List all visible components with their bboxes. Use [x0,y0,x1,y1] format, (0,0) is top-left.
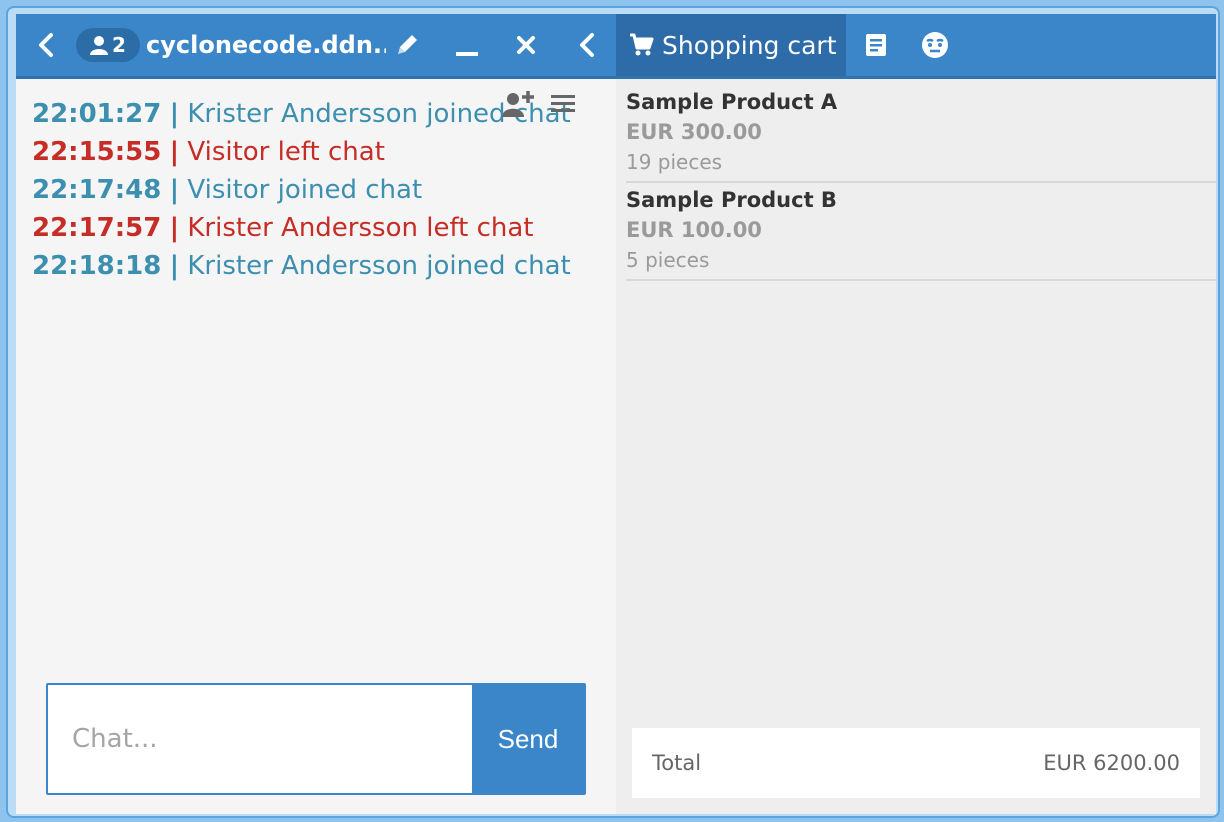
send-button[interactable]: Send [472,685,584,793]
log-entry: 22:18:18 | Krister Andersson joined chat [32,247,571,285]
chevron-left-icon [39,33,53,57]
cart-pane: Sample Product A EUR 300.00 19 pieces Sa… [616,79,1216,814]
cart-item: Sample Product B EUR 100.00 5 pieces [626,185,1216,281]
chat-pane: 22:01:27 | Krister Andersson joined chat… [16,79,616,814]
log-entry: 22:17:48 | Visitor joined chat [32,171,571,209]
header-bar: 2 cyclonecode.ddn... Shopping cart [16,14,1216,79]
document-icon [866,34,886,56]
product-name: Sample Product A [626,90,838,114]
log-time: 22:17:48 [32,175,162,205]
tab-notes[interactable] [860,14,892,76]
add-user-icon[interactable] [502,89,536,119]
pencil-icon [398,35,417,54]
participant-badge[interactable]: 2 [76,28,140,62]
chat-window: 2 cyclonecode.ddn... Shopping cart 22:01… [16,14,1216,814]
log-separator: | [169,213,180,243]
log-text: Krister Andersson left chat [187,213,534,243]
total-value: EUR 6200.00 [1043,751,1180,775]
log-time: 22:18:18 [32,251,162,281]
log-text: Visitor left chat [187,137,385,167]
minimize-button[interactable] [450,14,484,76]
log-time: 22:17:57 [32,213,162,243]
log-separator: | [169,99,180,129]
tab-shopping-cart[interactable]: Shopping cart [616,14,846,76]
chat-log: 22:01:27 | Krister Andersson joined chat… [32,95,571,285]
chat-toolbar [502,89,576,119]
tab-visitor-info[interactable] [918,14,952,76]
cart-item: Sample Product A EUR 300.00 19 pieces [626,87,1216,183]
log-separator: | [169,251,180,281]
back-button[interactable] [30,14,62,76]
participant-count: 2 [112,33,126,57]
menu-icon[interactable] [550,89,576,119]
log-text: Visitor joined chat [187,175,423,205]
edit-button[interactable] [390,14,424,76]
face-icon [922,32,948,58]
cart-total: Total EUR 6200.00 [632,728,1200,798]
product-price: EUR 100.00 [626,218,762,242]
log-separator: | [169,175,180,205]
product-name: Sample Product B [626,188,837,212]
chat-composer: Send [46,683,586,795]
log-separator: | [169,137,180,167]
close-icon [517,36,535,54]
log-time: 22:15:55 [32,137,162,167]
product-quantity: 19 pieces [626,150,723,174]
product-price: EUR 300.00 [626,120,762,144]
chat-input[interactable] [48,685,472,793]
chat-title: cyclonecode.ddn... [146,31,386,59]
collapse-panel-button[interactable] [572,14,602,76]
log-text: Krister Andersson joined chat [187,251,571,281]
user-icon [90,36,109,55]
chevron-left-icon [580,33,594,57]
log-entry: 22:01:27 | Krister Andersson joined chat [32,95,571,133]
log-time: 22:01:27 [32,99,162,129]
minimize-icon [456,52,478,56]
total-label: Total [652,751,702,775]
tab-shopping-cart-label: Shopping cart [662,30,837,60]
product-quantity: 5 pieces [626,248,710,272]
log-entry: 22:15:55 | Visitor left chat [32,133,571,171]
log-entry: 22:17:57 | Krister Andersson left chat [32,209,571,247]
cart-icon [630,33,654,56]
close-button[interactable] [510,14,542,76]
